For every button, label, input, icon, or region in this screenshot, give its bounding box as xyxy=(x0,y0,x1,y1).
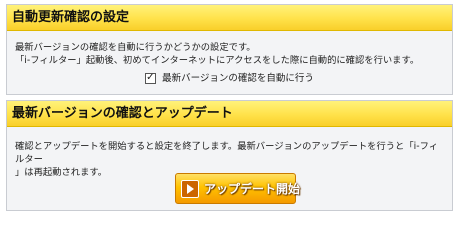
auto-update-settings-title: 自動更新確認の設定 xyxy=(7,5,452,31)
auto-update-description-line1: 最新バージョンの確認を自動に行うかどうかの設定です。 xyxy=(15,42,256,53)
update-panel-title: 最新バージョンの確認とアップデート xyxy=(7,101,452,127)
play-arrow-icon xyxy=(181,179,199,198)
update-panel: 最新バージョンの確認とアップデート 確認とアップデートを開始すると設定を終了しま… xyxy=(6,100,453,211)
auto-update-description: 最新バージョンの確認を自動に行うかどうかの設定です。 「i-フィルター」起動後、… xyxy=(15,31,444,67)
auto-check-option[interactable]: ✓ 最新バージョンの確認を自動に行う xyxy=(15,72,444,85)
update-description-line1: 確認とアップデートを開始すると設定を終了します。最新バージョンのアップデートを行… xyxy=(15,141,438,165)
auto-check-label[interactable]: 最新バージョンの確認を自動に行う xyxy=(162,72,314,85)
auto-update-description-line2: 「i-フィルター」起動後、初めてインターネットにアクセスをした際に自動的に確認を… xyxy=(15,55,420,66)
start-update-button-label: アップデート開始 xyxy=(204,182,301,196)
auto-update-settings-body: 最新バージョンの確認を自動に行うかどうかの設定です。 「i-フィルター」起動後、… xyxy=(7,31,452,85)
update-description: 確認とアップデートを開始すると設定を終了します。最新バージョンのアップデートを行… xyxy=(15,127,444,179)
auto-check-checkbox[interactable]: ✓ xyxy=(145,72,157,84)
auto-update-settings-panel: 自動更新確認の設定 最新バージョンの確認を自動に行うかどうかの設定です。 「i-… xyxy=(6,4,453,95)
start-update-button[interactable]: アップデート開始 xyxy=(175,173,300,204)
update-panel-body: 確認とアップデートを開始すると設定を終了します。最新バージョンのアップデートを行… xyxy=(7,127,452,179)
checkmark-icon: ✓ xyxy=(146,72,155,83)
